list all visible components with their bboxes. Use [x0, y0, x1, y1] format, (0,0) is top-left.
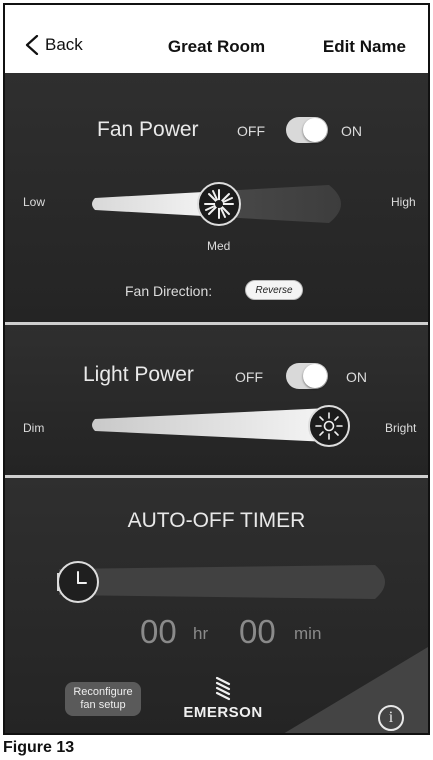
reconfigure-line1: Reconfigure [73, 686, 133, 698]
reconfigure-fan-button[interactable]: Reconfigure fan setup [65, 682, 141, 716]
toggle-knob [303, 364, 327, 388]
timer-title: AUTO-OFF TIMER [127, 509, 306, 532]
emerson-logo: EMERSON [171, 674, 275, 722]
corner-shade [284, 647, 428, 733]
fan-speed-high-label: High [391, 195, 416, 209]
brand-name: EMERSON [183, 704, 263, 721]
reconfigure-line2: fan setup [80, 699, 126, 711]
fan-speed-knob[interactable] [197, 182, 241, 226]
fan-power-toggle[interactable] [286, 117, 328, 143]
emerson-mark-icon [215, 676, 231, 701]
sun-icon [315, 412, 343, 440]
timer-slider[interactable] [55, 563, 395, 601]
fan-speed-value-label: Med [207, 239, 231, 253]
clock-icon [77, 571, 87, 584]
fan-speed-low-label: Low [23, 195, 46, 209]
app-screen: Back Great Room Edit Name Fan Power OFF … [3, 3, 430, 735]
timer-hours-value: 00 [140, 613, 177, 650]
fan-off-label: OFF [237, 123, 265, 139]
light-power-title: Light Power [83, 363, 194, 386]
info-icon[interactable]: i [378, 705, 404, 731]
reverse-direction-button[interactable]: Reverse [245, 280, 303, 300]
timer-panel: AUTO-OFF TIMER 00 hr 00 min Reconfigure … [5, 478, 428, 733]
nav-header: Back Great Room Edit Name [5, 5, 428, 73]
light-brightness-knob[interactable] [308, 405, 350, 447]
light-dim-label: Dim [23, 421, 45, 435]
light-off-label: OFF [235, 369, 263, 385]
light-panel: Light Power OFF ON Dim Bright [5, 325, 428, 475]
fan-icon [204, 189, 234, 219]
edit-name-button[interactable]: Edit Name [323, 37, 406, 57]
fan-direction-label: Fan Direction: [125, 283, 213, 299]
light-on-label: ON [346, 369, 367, 385]
timer-minutes-value: 00 [239, 613, 276, 650]
light-bright-label: Bright [385, 421, 417, 435]
toggle-knob [303, 118, 327, 142]
figure-caption: Figure 13 [3, 739, 75, 756]
timer-hours-unit: hr [193, 624, 209, 643]
fan-power-title: Fan Power [97, 118, 199, 141]
timer-knob[interactable] [57, 561, 99, 603]
timer-minutes-unit: min [294, 624, 322, 643]
light-power-toggle[interactable] [286, 363, 328, 389]
fan-panel: Fan Power OFF ON Low High Med Fan Direct… [5, 73, 428, 322]
fan-on-label: ON [341, 123, 362, 139]
